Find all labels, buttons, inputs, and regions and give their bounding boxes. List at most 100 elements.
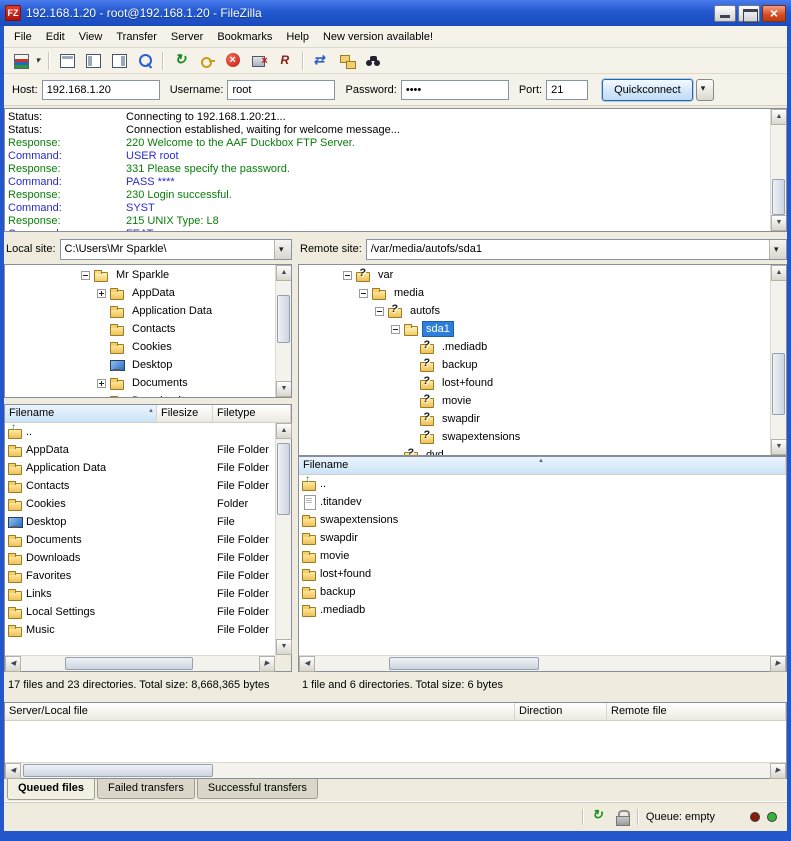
scroll-down-button[interactable] [276,639,292,655]
scroll-down-button[interactable] [771,215,787,231]
synchronized-browsing-button[interactable] [335,50,359,72]
remote-tree-item[interactable]: var [299,266,770,284]
scroll-up-button[interactable] [771,109,787,125]
remote-file-row[interactable]: .titandev [299,493,786,511]
local-tree-item[interactable]: Desktop [5,356,275,374]
expand-toggle-icon[interactable] [359,289,368,298]
expand-toggle-icon[interactable] [97,289,106,298]
expand-toggle-icon[interactable] [81,271,90,280]
tab-queued-files[interactable]: Queued files [7,779,95,800]
remote-file-row[interactable]: movie [299,547,786,565]
remote-tree-item[interactable]: backup [299,356,770,374]
remote-file-row[interactable]: swapextensions [299,511,786,529]
scroll-down-button[interactable] [276,381,292,397]
scroll-right-button[interactable] [770,763,786,779]
remote-tree-item[interactable]: .mediadb [299,338,770,356]
menu-item[interactable]: Bookmarks [210,27,279,47]
scrollbar-thumb[interactable] [389,657,539,670]
menu-item[interactable]: File [7,27,39,47]
local-tree-item[interactable]: Mr Sparkle [5,266,275,284]
menu-item[interactable]: Transfer [109,27,164,47]
toggle-local-tree-button[interactable] [81,50,105,72]
local-file-row[interactable]: .. [5,423,275,441]
remote-file-row[interactable]: .. [299,475,786,493]
scroll-left-button[interactable] [299,656,315,672]
local-file-row[interactable]: Downloads File Folder [5,549,275,567]
scroll-left-button[interactable] [5,763,21,779]
expand-toggle-icon[interactable] [391,325,400,334]
expand-toggle-icon[interactable] [97,397,106,398]
refresh-button[interactable] [169,50,193,72]
local-tree-vertical-scrollbar[interactable] [275,265,291,397]
dropdown-arrow-icon[interactable] [769,240,786,259]
reconnect-button[interactable] [273,50,297,72]
scroll-right-button[interactable] [770,656,786,672]
scroll-up-button[interactable] [771,265,787,281]
close-button[interactable] [762,5,786,22]
queue-list-area[interactable] [5,721,786,761]
column-header-direction[interactable]: Direction [515,703,607,720]
toggle-queue-button[interactable] [133,50,157,72]
scroll-left-button[interactable] [5,656,21,672]
menu-item[interactable]: Server [164,27,210,47]
remote-tree-item[interactable]: autofs [299,302,770,320]
scrollbar-thumb[interactable] [277,295,290,343]
remote-list-horizontal-scrollbar[interactable] [299,655,786,671]
local-file-row[interactable]: Contacts File Folder [5,477,275,495]
scrollbar-thumb[interactable] [65,657,193,670]
scroll-down-button[interactable] [771,439,787,455]
column-header-remote-file[interactable]: Remote file [607,703,786,720]
column-header-filetype[interactable]: Filetype [213,405,291,422]
local-file-row[interactable]: Cookies Folder [5,495,275,513]
local-list-horizontal-scrollbar[interactable] [5,655,275,671]
find-files-button[interactable] [361,50,385,72]
process-queue-button[interactable] [195,50,219,72]
local-tree-item[interactable]: Application Data [5,302,275,320]
directory-comparison-button[interactable] [309,50,333,72]
scrollbar-thumb[interactable] [772,353,785,415]
local-file-row[interactable]: Desktop File [5,513,275,531]
host-input[interactable] [42,80,160,100]
local-file-row[interactable]: Application Data File Folder [5,459,275,477]
menu-item[interactable]: Help [279,27,316,47]
remote-tree-item[interactable]: swapextensions [299,428,770,446]
tab-successful-transfers[interactable]: Successful transfers [197,779,318,799]
local-tree-item[interactable]: Documents [5,374,275,392]
menu-item[interactable]: New version available! [316,27,440,47]
local-site-combo[interactable] [60,239,292,260]
expand-toggle-icon[interactable] [375,307,384,316]
log-vertical-scrollbar[interactable] [770,109,786,231]
cancel-button[interactable] [221,50,245,72]
remote-tree-item[interactable]: lost+found [299,374,770,392]
remote-site-combo[interactable] [366,239,787,260]
column-header-server-local-file[interactable]: Server/Local file [5,703,515,720]
menu-item[interactable]: Edit [39,27,72,47]
remote-file-row[interactable]: backup [299,583,786,601]
scrollbar-thumb[interactable] [277,443,290,515]
username-input[interactable] [227,80,335,100]
queue-horizontal-scrollbar[interactable] [5,762,786,778]
speed-limits-icon[interactable] [591,809,607,825]
disconnect-button[interactable] [247,50,271,72]
scroll-right-button[interactable] [259,656,275,672]
column-header-filename[interactable]: Filename [5,405,157,422]
local-tree-item[interactable]: Cookies [5,338,275,356]
local-file-row[interactable]: AppData File Folder [5,441,275,459]
local-tree-item[interactable]: AppData [5,284,275,302]
remote-tree-vertical-scrollbar[interactable] [770,265,786,455]
local-list-vertical-scrollbar[interactable] [275,423,291,655]
remote-site-path-input[interactable] [367,240,769,259]
remote-file-row[interactable]: .mediadb [299,601,786,619]
password-input[interactable] [401,80,509,100]
local-file-row[interactable]: Local Settings File Folder [5,603,275,621]
encryption-status-icon[interactable] [614,809,630,825]
local-tree-item[interactable]: Contacts [5,320,275,338]
port-input[interactable] [546,80,588,100]
maximize-button[interactable] [738,5,760,22]
dropdown-arrow-icon[interactable] [274,240,291,259]
remote-tree-item[interactable]: swapdir [299,410,770,428]
scrollbar-thumb[interactable] [772,179,785,215]
local-tree-item[interactable]: Downloads [5,392,275,397]
menu-item[interactable]: View [72,27,110,47]
local-file-row[interactable]: Links File Folder [5,585,275,603]
